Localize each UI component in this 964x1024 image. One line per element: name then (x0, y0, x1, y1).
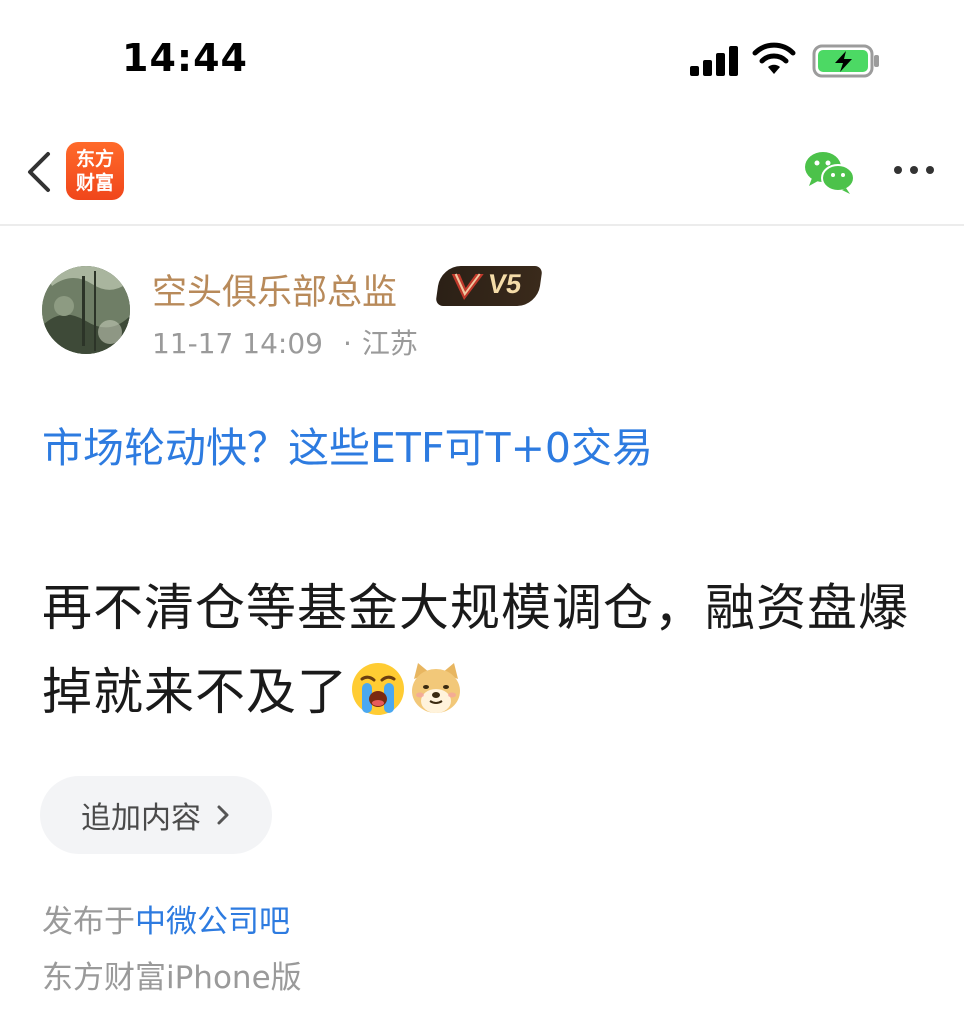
wifi-icon (752, 42, 796, 74)
back-chevron-icon[interactable] (20, 148, 60, 196)
chevron-right-icon (217, 805, 229, 825)
published-prefix: 发布于 (42, 904, 135, 940)
client-source: 东方财富iPhone版 (42, 960, 302, 996)
crying-face-icon (352, 663, 404, 715)
post-text: 再不清仓等基金大规模调仓，融资盘爆掉就来不及了 (42, 579, 909, 721)
battery-charging-icon (812, 44, 879, 78)
nav-bar: 东方 财富 (0, 120, 964, 226)
post-meta: 11-17 14:09 · 江苏 (152, 322, 418, 362)
published-in: 发布于中微公司吧 (42, 896, 290, 941)
logo-line-1: 东方 (75, 148, 114, 170)
author-name[interactable]: 空头俱乐部总监 (152, 264, 397, 315)
avatar-image (42, 266, 130, 354)
post-date: 11-17 14:09 (152, 327, 323, 360)
forum-bar-link[interactable]: 中微公司吧 (135, 904, 290, 940)
logo-line-2: 财富 (75, 172, 114, 194)
status-time: 14:44 (122, 36, 248, 80)
meta-separator: · (342, 327, 352, 360)
more-options-icon[interactable] (888, 150, 940, 190)
post-body: 再不清仓等基金大规模调仓，融资盘爆掉就来不及了 (42, 566, 932, 734)
author-avatar[interactable] (42, 266, 130, 354)
v-wing-icon (451, 273, 484, 300)
doge-face-icon (412, 663, 460, 713)
topic-link[interactable]: 市场轮动快？这些ETF可T+0交易 (42, 414, 653, 474)
wechat-share-icon[interactable] (804, 150, 856, 194)
level-badge: V5 (435, 266, 543, 306)
status-bar: 14:44 (0, 0, 964, 120)
add-content-label: 追加内容 (81, 801, 201, 836)
add-content-button[interactable]: 追加内容 (40, 776, 272, 854)
app-logo: 东方 财富 (66, 142, 124, 200)
cellular-signal-icon (690, 46, 738, 76)
post-location: 江苏 (361, 327, 418, 360)
badge-level: V5 (486, 269, 524, 299)
